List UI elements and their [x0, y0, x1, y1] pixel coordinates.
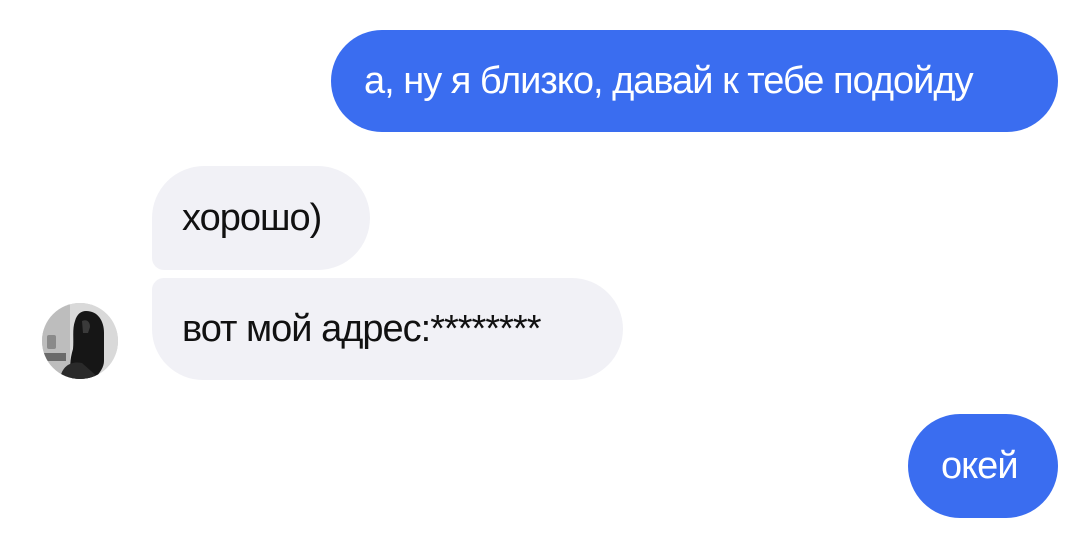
incoming-message[interactable]: вот мой адрес:********: [152, 278, 623, 380]
outgoing-message[interactable]: окей: [908, 414, 1058, 518]
contact-avatar[interactable]: [42, 303, 118, 379]
outgoing-message[interactable]: а, ну я близко, давай к тебе подойду: [331, 30, 1058, 132]
chat-thread: а, ну я близко, давай к тебе подойду хор…: [0, 0, 1080, 536]
message-text: вот мой адрес:********: [182, 307, 542, 350]
avatar-photo-icon: [42, 303, 118, 379]
message-text: хорошо): [182, 196, 322, 239]
incoming-message[interactable]: хорошо): [152, 166, 370, 270]
message-text: окей: [941, 444, 1019, 487]
message-text: а, ну я близко, давай к тебе подойду: [364, 59, 974, 102]
